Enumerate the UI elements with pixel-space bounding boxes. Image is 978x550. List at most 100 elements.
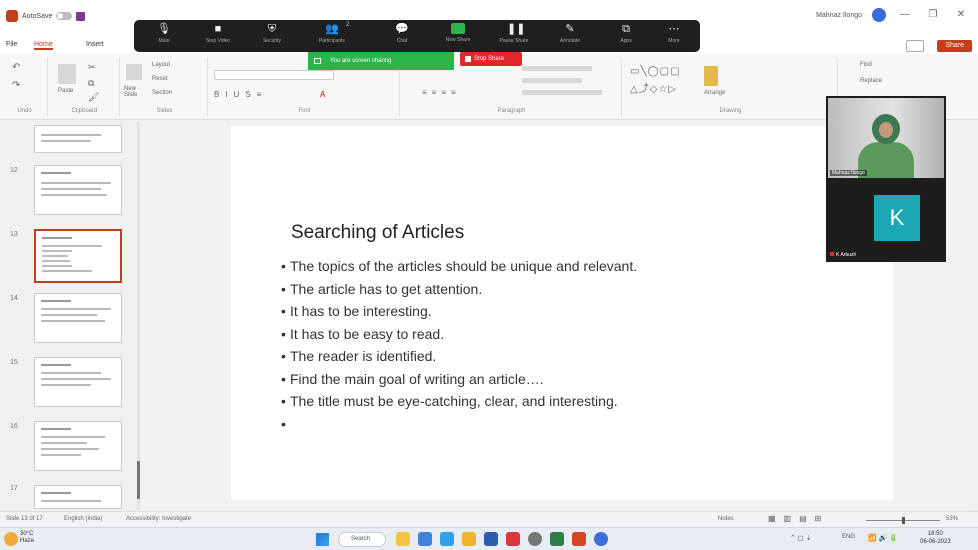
zoom-more-button[interactable]: ⋯ More (654, 23, 694, 44)
slide-scrollbar[interactable] (967, 121, 978, 511)
zoom-annotate-button[interactable]: ✎ Annotate (550, 23, 590, 44)
close-button[interactable]: ✕ (952, 8, 970, 22)
word-app-icon[interactable] (484, 532, 498, 546)
tab-insert[interactable]: Insert (86, 41, 104, 48)
zoom-video-button[interactable]: ■ Stop Video (198, 23, 238, 44)
text-direction-button[interactable] (522, 66, 592, 71)
slide-thumbnail[interactable] (34, 293, 122, 343)
reset-button[interactable]: Reset (152, 76, 168, 82)
notes-button[interactable]: Notes (718, 516, 734, 522)
new-slide-label: New Slide (124, 86, 138, 98)
tab-home[interactable]: Home (34, 41, 53, 50)
bullet-item: Find the main goal of writing an article… (281, 370, 637, 393)
find-button[interactable]: Find (860, 62, 872, 68)
font-format-buttons[interactable]: BIUS≡ (214, 90, 267, 99)
copy-icon[interactable]: ⧉ (88, 78, 94, 89)
avatar[interactable] (872, 8, 886, 22)
folder-icon[interactable] (462, 532, 476, 546)
thumbnail-number: 16 (10, 423, 18, 430)
screen-sharing-banner: You are screen sharing (308, 52, 454, 70)
slide-thumbnail[interactable] (34, 357, 122, 407)
bullet-item-empty (281, 415, 637, 438)
layout-button[interactable]: Layout (152, 62, 170, 68)
language-indicator[interactable]: English (India) (64, 516, 102, 522)
chat-icon: 💬 (395, 23, 409, 35)
slide-thumbnail[interactable] (34, 125, 122, 153)
mcafee-app-icon[interactable] (506, 532, 520, 546)
apps-icon: ⧉ (622, 23, 630, 35)
align-text-button[interactable] (522, 78, 582, 83)
zoom-level[interactable]: 53% (946, 516, 958, 522)
participant-avatar-tile[interactable]: K K Arbuzh (828, 180, 944, 260)
bullet-item: The article has to get attention. (281, 280, 637, 303)
zoom-new-share-button[interactable]: New Share (438, 23, 478, 43)
bullet-item: The title must be eye-catching, clear, a… (281, 392, 637, 415)
share-button[interactable]: Share (937, 40, 972, 52)
microphone-icon: 🎙 (157, 23, 171, 35)
slide-counter: Slide 13 of 17 (6, 516, 43, 522)
redo-icon[interactable]: ↷ (12, 80, 20, 91)
powerpoint-taskbar-icon[interactable] (572, 532, 586, 546)
app-icon[interactable] (528, 532, 542, 546)
tab-file[interactable]: File (6, 41, 17, 48)
tray-icons[interactable]: ⌃ ◻ ⇣ (790, 534, 811, 542)
new-slide-icon[interactable] (126, 64, 142, 80)
alignment-buttons[interactable]: ≡≡≡≡ (422, 88, 461, 97)
zoom-chat-button[interactable]: 💬 Chat (382, 23, 422, 44)
view-buttons[interactable]: ▦▥▤⊞ (768, 514, 829, 523)
font-color-icon[interactable]: A (320, 90, 325, 99)
arrange-icon[interactable] (704, 66, 718, 86)
cut-icon[interactable]: ✂ (88, 62, 96, 73)
paste-icon[interactable] (58, 64, 76, 84)
undo-icon[interactable]: ↶ (12, 62, 20, 73)
zoom-slider-handle[interactable] (902, 517, 905, 524)
weather-icon[interactable] (4, 532, 18, 546)
font-name-select[interactable] (214, 70, 334, 80)
accessibility-status[interactable]: Accessibility: Investigate (126, 516, 191, 522)
ribbon-group-slides: New Slide Layout Reset Section Slides (122, 58, 208, 116)
edge-browser-icon[interactable] (418, 532, 432, 546)
file-explorer-icon[interactable] (396, 532, 410, 546)
zoom-mute-button[interactable]: 🎙 Mute (144, 23, 184, 44)
taskbar-search[interactable]: Search (338, 532, 386, 547)
replace-button[interactable]: Replace (860, 78, 882, 84)
section-button[interactable]: Section (152, 90, 172, 96)
pen-icon: ✎ (565, 23, 575, 35)
arrange-label: Arrange (704, 90, 726, 96)
autosave-toggle[interactable] (56, 12, 73, 20)
zoom-apps-button[interactable]: ⧉ Apps (606, 23, 646, 44)
taskbar-clock[interactable]: 18:50 06-06-2023 (920, 530, 951, 546)
network-volume-icons[interactable]: 📶 🔊 🔋 (868, 534, 898, 542)
slide-thumbnail[interactable] (34, 485, 122, 509)
bullet-item: It has to be easy to read. (281, 325, 637, 348)
app-icon[interactable] (594, 532, 608, 546)
comments-button[interactable] (906, 40, 924, 52)
language-indicator-tray[interactable]: ENG (842, 534, 855, 540)
slide-thumbnail[interactable] (34, 165, 122, 215)
current-slide[interactable]: Searching of Articles The topics of the … (231, 126, 893, 500)
format-painter-icon[interactable]: 🖌 (88, 92, 99, 103)
smartart-button[interactable] (522, 90, 602, 95)
stop-share-button[interactable]: Stop Share (460, 52, 522, 66)
zoom-app-icon[interactable] (440, 532, 454, 546)
ribbon-label-clipboard: Clipboard (71, 108, 98, 114)
weather-widget[interactable]: 30°C Haze (20, 531, 34, 545)
minimize-button[interactable]: — (896, 8, 914, 22)
slide-bullet-list[interactable]: The topics of the articles should be uni… (281, 257, 637, 437)
slide-thumbnail-selected[interactable] (34, 229, 122, 283)
participant-video-tile[interactable]: Mahnaz Ilongo (828, 98, 944, 178)
restore-button[interactable]: ❐ (924, 8, 942, 22)
slide-title[interactable]: Searching of Articles (291, 222, 464, 244)
shapes-gallery[interactable]: ▭╲◯▢▢ (630, 66, 681, 77)
save-icon[interactable] (76, 11, 86, 21)
participant-face (879, 122, 893, 138)
zoom-pause-share-button[interactable]: ❚❚ Pause Share (494, 23, 534, 44)
shapes-gallery-row2[interactable]: △⤴◇☆▷ (630, 80, 677, 95)
zoom-participants-panel: Mahnaz Ilongo K K Arbuzh (826, 96, 946, 262)
windows-start-icon[interactable] (316, 533, 329, 546)
slide-thumbnail[interactable] (34, 421, 122, 471)
zoom-security-button[interactable]: ⛨ Security (252, 23, 292, 44)
weather-description: Haze (20, 538, 35, 544)
user-name: Mahnaz Ilongo (816, 11, 862, 19)
app-icon[interactable] (550, 532, 564, 546)
